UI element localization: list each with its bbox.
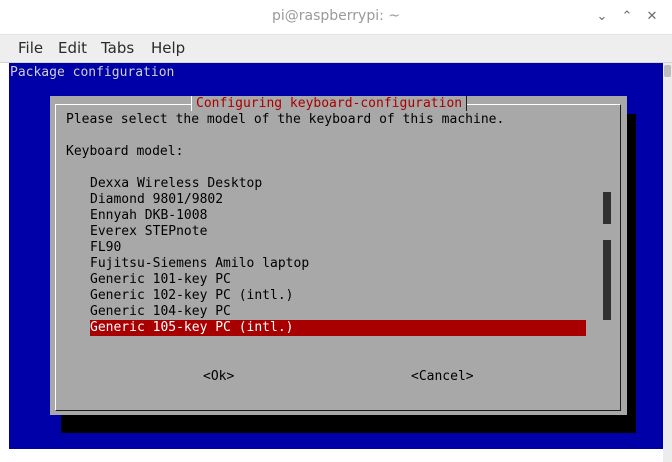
keyboard-dialog: Configuring keyboard-configuration Pleas… (50, 96, 627, 415)
list-item[interactable]: Ennyah DKB-1008 (90, 208, 207, 224)
menu-bar: File Edit Tabs Help (0, 35, 672, 63)
window-titlebar: pi@raspberrypi: ~ ⌄ ⌃ ✕ (0, 0, 672, 35)
menu-edit[interactable]: Edit (58, 39, 87, 57)
menu-help[interactable]: Help (151, 39, 185, 57)
dialog-prompt: Please select the model of the keyboard … (66, 112, 505, 127)
window-title: pi@raspberrypi: ~ (271, 8, 401, 24)
list-item[interactable]: Fujitsu-Siemens Amilo laptop (90, 256, 309, 272)
list-scroll-thumb-lower[interactable] (603, 240, 611, 320)
list-item[interactable]: Dexxa Wireless Desktop (90, 176, 262, 192)
list-item[interactable]: Generic 101-key PC (90, 272, 231, 288)
list-item[interactable]: Everex STEPnote (90, 224, 207, 240)
close-icon[interactable]: ✕ (642, 7, 662, 27)
terminal-screen: Package configuration Configuring keyboa… (9, 63, 663, 449)
ok-button[interactable]: <Ok> (203, 369, 234, 384)
list-item-selected[interactable]: Generic 105-key PC (intl.) (90, 320, 586, 336)
list-item[interactable]: Diamond 9801/9802 (90, 192, 223, 208)
list-item[interactable]: Generic 104-key PC (90, 304, 231, 320)
maximize-icon[interactable]: ⌃ (617, 7, 637, 27)
cancel-button[interactable]: <Cancel> (411, 369, 474, 384)
list-item[interactable]: FL90 (90, 240, 121, 256)
list-item[interactable]: Generic 102-key PC (intl.) (90, 288, 294, 304)
terminal-scroll-thumb[interactable] (664, 65, 671, 77)
keyboard-model-label: Keyboard model: (66, 144, 184, 159)
dialog-title: Configuring keyboard-configuration (191, 96, 468, 111)
terminal-scrollbar[interactable] (663, 63, 672, 462)
list-scroll-thumb-upper[interactable] (603, 192, 611, 224)
minimize-icon[interactable]: ⌄ (592, 7, 612, 27)
menu-tabs[interactable]: Tabs (101, 39, 134, 57)
menu-file[interactable]: File (18, 39, 43, 57)
package-config-header: Package configuration (10, 65, 175, 80)
terminal-area[interactable]: Package configuration Configuring keyboa… (0, 63, 672, 462)
